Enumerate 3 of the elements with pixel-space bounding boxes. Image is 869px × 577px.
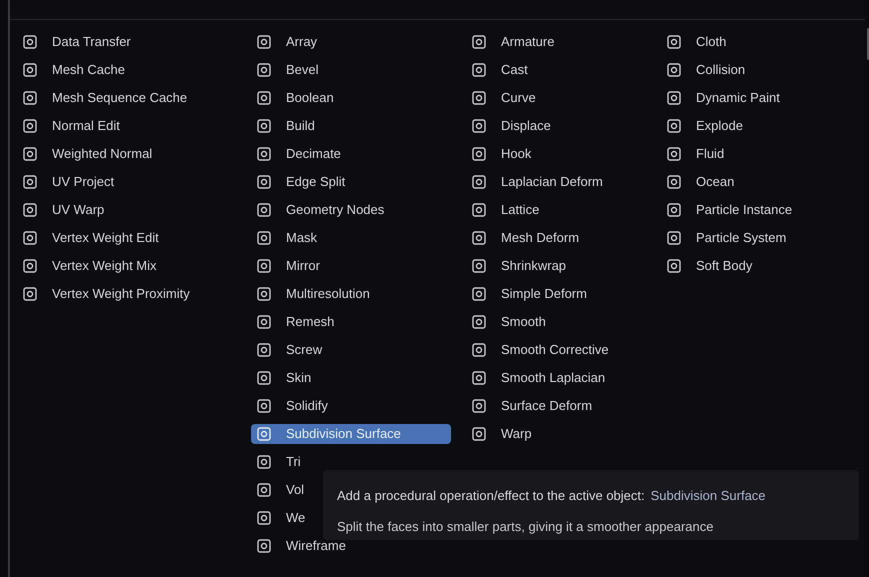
tooltip-detail: Split the faces into smaller parts, giving it a smoother appearance — [337, 518, 714, 536]
tooltip-description: Add a procedural operation/effect to the active object: — [337, 487, 645, 505]
tooltip-target: Subdivision Surface — [650, 487, 766, 505]
